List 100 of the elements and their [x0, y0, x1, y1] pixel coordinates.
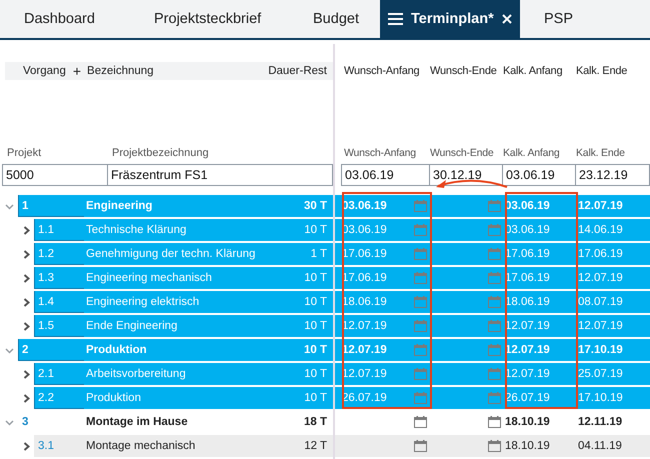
duration: 10 T: [304, 368, 328, 380]
tab[interactable]: PSP: [520, 0, 614, 38]
chevron-right-icon[interactable]: [22, 274, 31, 282]
field-label: Kalk. Anfang: [503, 147, 561, 161]
column-header: Kalk. Ende: [576, 65, 628, 77]
task-number: 1.1: [34, 219, 84, 241]
calendar-icon[interactable]: [414, 416, 427, 428]
add-button[interactable]: +: [68, 64, 86, 78]
task-name: Arbeitsvorbereitung: [85, 368, 187, 380]
chevron-down-icon[interactable]: [5, 202, 14, 210]
tab[interactable]: Dashboard: [0, 0, 144, 38]
calendar-icon[interactable]: [488, 344, 501, 356]
task-name: Montage mechanisch: [85, 440, 196, 452]
field-label: Wunsch-Ende: [430, 147, 495, 161]
chevron-right-icon[interactable]: [22, 250, 31, 258]
task-row[interactable]: 1.4 Engineering elektrisch 10 T: [34, 291, 333, 313]
task-row[interactable]: 1.2 Genehmigung der techn. Klärung 1 T: [34, 243, 333, 265]
input-field[interactable]: 5000: [2, 164, 108, 186]
close-icon[interactable]: [502, 14, 512, 24]
calendar-icon[interactable]: [488, 320, 501, 332]
task-row[interactable]: 1 Engineering 30 T: [18, 195, 333, 217]
column-header: Wunsch-Anfang: [343, 65, 420, 77]
date-cell: 17.06.19: [505, 272, 550, 284]
date-field[interactable]: 03.06.19: [341, 164, 430, 186]
calendar-icon[interactable]: [488, 248, 501, 260]
task-name: Engineering mechanisch: [85, 272, 213, 284]
date-cell: 17.10.19: [578, 392, 623, 404]
chevron-right-icon[interactable]: [22, 370, 31, 378]
chevron-down-icon[interactable]: [5, 346, 14, 354]
column-header: Bezeichnung: [87, 65, 154, 77]
task-name: Montage im Hause: [85, 416, 189, 428]
curved-arrow: [436, 180, 508, 188]
task-name: Engineering: [85, 200, 154, 212]
calendar-icon[interactable]: [488, 272, 501, 284]
calendar-icon[interactable]: [414, 368, 427, 380]
date-cell: 17.06.19: [342, 272, 387, 284]
task-number: 2.2: [34, 387, 84, 409]
date-row[interactable]: 12.07.19 12.07.19 25.07.19: [335, 363, 650, 385]
task-name: Engineering elektrisch: [85, 296, 200, 308]
calendar-icon[interactable]: [414, 224, 427, 236]
chevron-right-icon[interactable]: [22, 226, 31, 234]
task-name: Ende Engineering: [85, 320, 178, 332]
calendar-icon[interactable]: [414, 440, 427, 452]
duration: 30 T: [304, 200, 328, 212]
chevron-right-icon[interactable]: [22, 298, 31, 306]
date-cell: 18.06.19: [505, 296, 550, 308]
field-label: Projektbezeichnung: [112, 147, 209, 161]
calendar-icon[interactable]: [488, 440, 501, 452]
calendar-icon[interactable]: [414, 200, 427, 212]
calendar-icon[interactable]: [414, 344, 427, 356]
tab[interactable]: Budget: [292, 0, 380, 38]
calendar-icon[interactable]: [488, 296, 501, 308]
date-row[interactable]: 26.07.19 26.07.19 17.10.19: [335, 387, 650, 409]
menu-icon[interactable]: [388, 13, 403, 25]
task-row[interactable]: 3.1 Montage mechanisch 12 T: [34, 435, 333, 457]
date-row[interactable]: 12.07.19 12.07.19 12.07.19: [335, 315, 650, 337]
chevron-right-icon[interactable]: [22, 394, 31, 402]
calendar-icon[interactable]: [488, 392, 501, 404]
calendar-icon[interactable]: [414, 272, 427, 284]
calendar-icon[interactable]: [488, 368, 501, 380]
date-cell: 12.07.19: [342, 344, 387, 356]
column-header: Dauer-Rest: [268, 65, 327, 77]
calendar-icon[interactable]: [414, 392, 427, 404]
tab[interactable]: Projektsteckbrief: [144, 0, 292, 38]
date-cell: 17.06.19: [342, 248, 387, 260]
task-row[interactable]: 3 Montage im Hause 18 T: [18, 411, 333, 433]
task-row[interactable]: 1.3 Engineering mechanisch 10 T: [34, 267, 333, 289]
task-name: Technische Klärung: [85, 224, 188, 236]
date-cell: 04.11.19: [578, 440, 622, 452]
task-row[interactable]: 2.2 Produktion 10 T: [34, 387, 333, 409]
date-row[interactable]: 17.06.19 17.06.19 12.07.19: [335, 267, 650, 289]
calendar-icon[interactable]: [414, 248, 427, 260]
calendar-icon[interactable]: [414, 296, 427, 308]
date-row[interactable]: 18.10.19 04.11.19: [335, 435, 650, 457]
date-row[interactable]: 17.06.19 17.06.19 17.06.19: [335, 243, 650, 265]
tab[interactable]: Terminplan*: [380, 0, 520, 38]
date-field[interactable]: 23.12.19: [576, 164, 650, 186]
chevron-right-icon[interactable]: [22, 442, 31, 450]
date-row[interactable]: 18.06.19 18.06.19 08.07.19: [335, 291, 650, 313]
task-row[interactable]: 1.5 Ende Engineering 10 T: [34, 315, 333, 337]
date-cell: 18.10.19: [505, 440, 550, 452]
calendar-icon[interactable]: [414, 320, 427, 332]
duration: 10 T: [304, 296, 328, 308]
calendar-icon[interactable]: [488, 416, 501, 428]
task-row[interactable]: 2.1 Arbeitsvorbereitung 10 T: [34, 363, 333, 385]
task-row[interactable]: 1.1 Technische Klärung 10 T: [34, 219, 333, 241]
chevron-down-icon[interactable]: [5, 418, 14, 426]
date-field[interactable]: 03.06.19: [503, 164, 576, 186]
chevron-right-icon[interactable]: [22, 322, 31, 330]
task-row[interactable]: 2 Produktion 10 T: [18, 339, 333, 361]
input-field[interactable]: Fräszentrum FS1: [108, 164, 333, 186]
task-number: 1.4: [34, 291, 84, 313]
task-name: Produktion: [85, 344, 148, 356]
duration: 10 T: [304, 224, 328, 236]
calendar-icon[interactable]: [488, 200, 501, 212]
task-number: 3.1: [37, 438, 55, 454]
date-row[interactable]: 12.07.19 12.07.19 17.10.19: [335, 339, 650, 361]
date-row[interactable]: 18.10.19 12.11.19: [335, 411, 650, 433]
calendar-icon[interactable]: [488, 224, 501, 236]
column-header: Wunsch-Ende: [430, 65, 498, 77]
